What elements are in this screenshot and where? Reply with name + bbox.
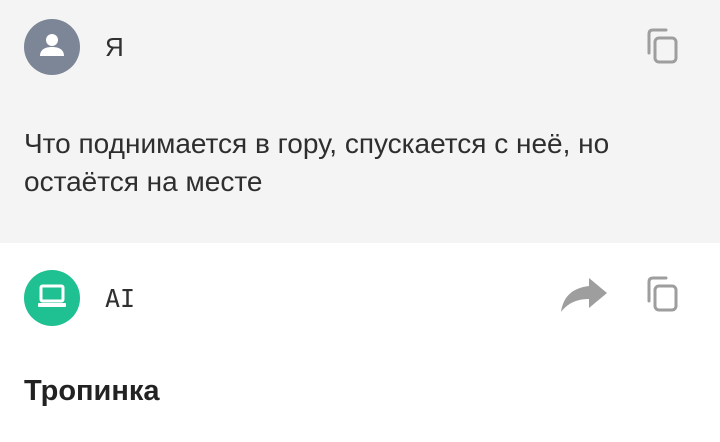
user-message-text: Что поднимается в гору, спускается с неё… <box>24 128 610 197</box>
user-sender-name: Я <box>105 32 124 62</box>
ai-avatar <box>24 270 80 326</box>
person-icon <box>37 30 67 65</box>
ai-message-text: Тропинка <box>24 375 160 407</box>
copy-user-message-button[interactable] <box>638 26 682 70</box>
ai-message <box>0 243 720 442</box>
share-ai-message-button[interactable] <box>558 274 610 318</box>
copy-icon <box>640 26 680 71</box>
laptop-icon <box>36 280 68 317</box>
user-avatar <box>24 19 80 75</box>
copy-ai-message-button[interactable] <box>638 274 682 318</box>
share-icon <box>559 274 609 319</box>
ai-sender-name: AI <box>105 284 136 313</box>
copy-icon <box>640 274 680 319</box>
